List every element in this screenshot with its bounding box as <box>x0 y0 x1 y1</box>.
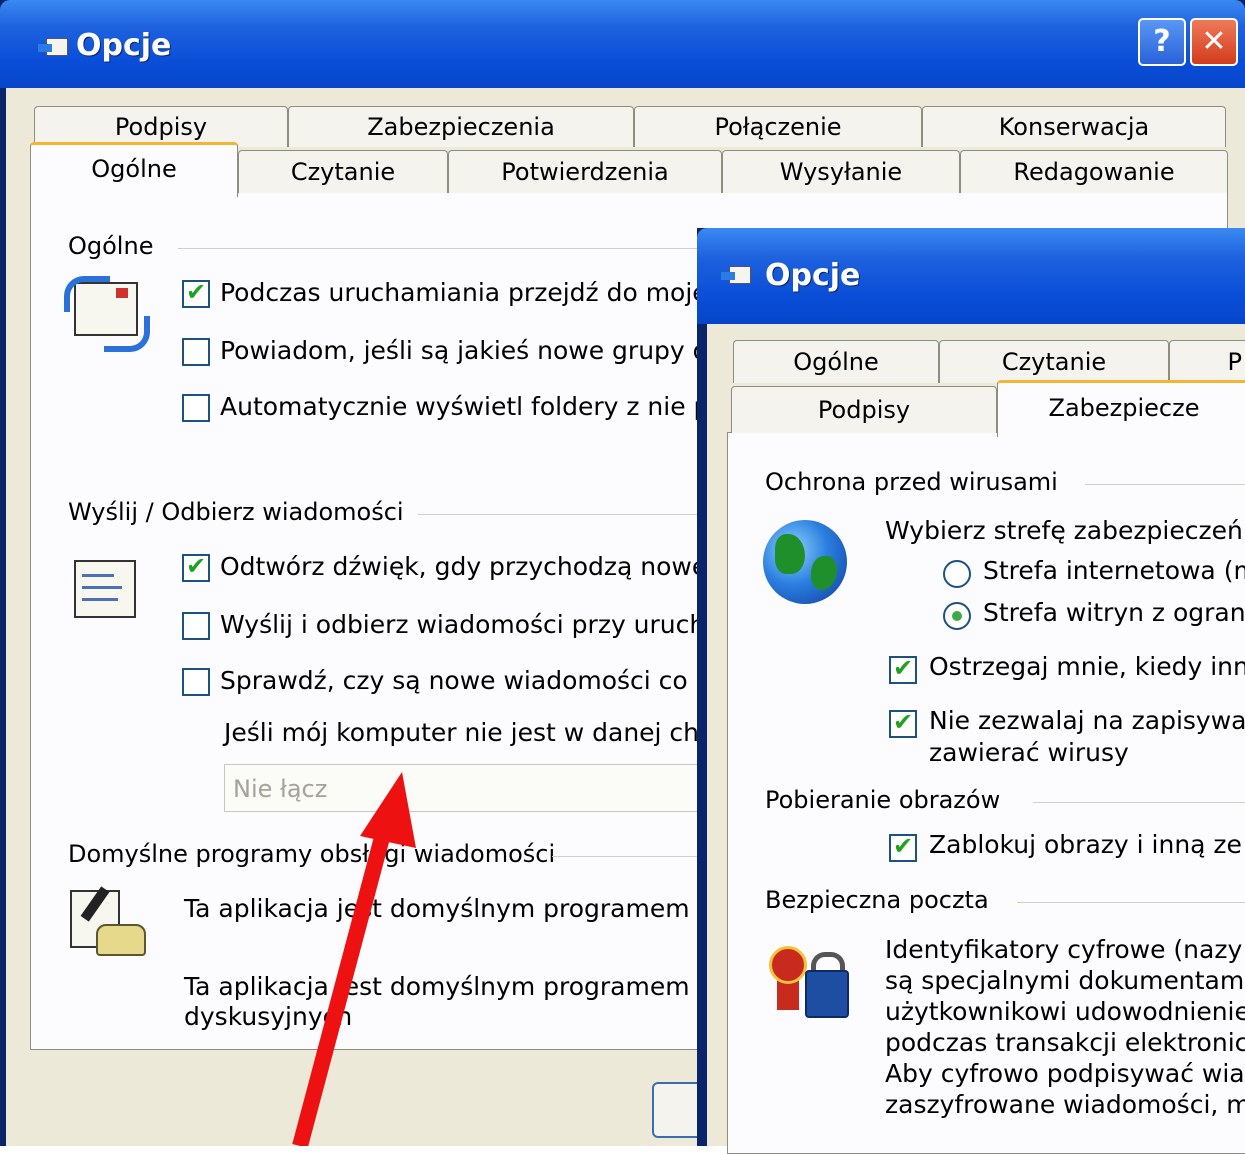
secure-mail-line-6: zaszyfrowane wiadomości, m <box>885 1090 1245 1119</box>
digital-id-icon <box>769 942 851 1022</box>
send-receive-startup-label: Wyślij i odbierz wiadomości przy urucham <box>220 610 745 639</box>
group-divider <box>1085 484 1245 485</box>
warn-send-checkbox[interactable] <box>889 654 917 684</box>
check-messages-checkbox[interactable] <box>182 668 210 696</box>
tab-potwierdzenia[interactable]: Potwierdzenia <box>448 150 722 193</box>
group-divider <box>552 856 698 857</box>
options-window-front: Opcje Ogólne Czytanie P Podpisy Zabezpie… <box>697 228 1245 1154</box>
tab-ogolne[interactable]: Ogólne <box>30 142 238 197</box>
internet-zone-radio[interactable] <box>943 560 971 588</box>
play-sound-checkbox[interactable] <box>182 552 210 582</box>
secure-mail-line-1: Identyfikatory cyfrowe (nazy <box>885 935 1243 964</box>
tab-zabezpieczenia[interactable]: Zabezpieczenia <box>288 106 634 147</box>
block-attachments-checkbox[interactable] <box>889 708 917 738</box>
group-divider <box>178 248 698 249</box>
group-label-general: Ogólne <box>68 232 154 260</box>
secure-mail-line-5: Aby cyfrowo podpisywać wia <box>885 1059 1245 1088</box>
block-images-label: Zablokuj obrazy i inną ze <box>929 830 1242 859</box>
window-title: Opcje <box>765 258 861 293</box>
tab-polaczenie[interactable]: Połączenie <box>634 106 922 147</box>
block-attachments-label: Nie zezwalaj na zapisywa <box>929 706 1245 735</box>
group-label-send-receive: Wyślij / Odbierz wiadomości <box>68 498 404 526</box>
globe-icon <box>763 520 847 604</box>
zone-prompt: Wybierz strefę zabezpieczeń <box>885 516 1243 545</box>
default-news-text-line2: dyskusyjnych <box>184 1002 353 1031</box>
group-divider <box>1033 802 1245 803</box>
default-mail-program-icon <box>68 886 148 958</box>
dialog-client-area: Ogólne Czytanie P Podpisy Zabezpiecze Oc… <box>707 324 1245 1154</box>
group-label-default-programs: Domyślne programy obsługi wiadomości <box>68 840 556 868</box>
secure-mail-line-3: użytkownikowi udowodnienie <box>885 997 1245 1026</box>
warn-send-label: Ostrzegaj mnie, kiedy inn <box>929 652 1245 681</box>
secure-mail-line-2: są specjalnymi dokumentami <box>885 966 1245 995</box>
block-images-checkbox[interactable] <box>889 832 917 862</box>
check-messages-label: Sprawdź, czy są nowe wiadomości co <box>220 666 688 695</box>
close-button[interactable]: ✕ <box>1190 18 1238 66</box>
tab-wysylanie[interactable]: Wysyłanie <box>722 150 960 193</box>
title-bar[interactable]: Opcje ? ✕ <box>0 0 1245 88</box>
mail-app-icon <box>721 262 751 288</box>
tab-partial[interactable]: P <box>1169 340 1245 382</box>
startup-inbox-label: Podczas uruchamiania przejdź do mojego <box>220 278 739 307</box>
group-label-images: Pobieranie obrazów <box>765 786 1001 814</box>
title-bar[interactable]: Opcje <box>697 228 1245 324</box>
auto-show-folders-checkbox[interactable] <box>182 394 210 422</box>
group-label-secure-mail: Bezpieczna poczta <box>765 886 989 914</box>
internet-zone-label: Strefa internetowa (m <box>983 556 1245 585</box>
play-sound-label: Odtwórz dźwięk, gdy przychodzą nowe w <box>220 552 736 581</box>
secure-mail-line-4: podczas transakcji elektronic <box>885 1028 1245 1057</box>
default-mail-text: Ta aplikacja jest domyślnym programem ob… <box>184 894 749 923</box>
help-button[interactable]: ? <box>1138 18 1186 66</box>
send-receive-icon <box>68 554 148 624</box>
default-news-text: Ta aplikacja jest domyślnym programem ob… <box>184 972 749 1001</box>
startup-inbox-checkbox[interactable] <box>182 278 210 308</box>
restricted-zone-label: Strefa witryn z ograni <box>983 598 1245 627</box>
tab-czytanie[interactable]: Czytanie <box>238 150 448 193</box>
notify-newsgroups-checkbox[interactable] <box>182 338 210 366</box>
tab-konserwacja[interactable]: Konserwacja <box>922 106 1226 147</box>
window-title: Opcje <box>76 28 172 63</box>
mail-app-icon <box>38 34 68 60</box>
group-divider <box>418 514 698 515</box>
tab-ogolne[interactable]: Ogólne <box>733 340 939 383</box>
notify-newsgroups-label: Powiadom, jeśli są jakieś nowe grupy dys <box>220 336 737 365</box>
send-receive-startup-checkbox[interactable] <box>182 612 210 640</box>
tab-podpisy[interactable]: Podpisy <box>34 106 288 147</box>
tab-czytanie[interactable]: Czytanie <box>939 340 1169 383</box>
mail-startup-icon <box>64 276 150 352</box>
restricted-zone-radio[interactable] <box>943 602 971 630</box>
group-divider <box>1017 902 1245 903</box>
tab-zabezpieczenia[interactable]: Zabezpiecze <box>997 380 1245 437</box>
group-label-virus: Ochrona przed wirusami <box>765 468 1058 496</box>
tab-podpisy[interactable]: Podpisy <box>731 386 997 433</box>
offline-text: Jeśli mój komputer nie jest w danej chwi… <box>224 718 741 747</box>
connect-dropdown[interactable]: Nie łącz <box>224 764 700 812</box>
tab-redagowanie[interactable]: Redagowanie <box>960 150 1228 193</box>
block-attachments-label-line2: zawierać wirusy <box>929 738 1129 767</box>
auto-show-folders-label: Automatycznie wyświetl foldery z nie prz… <box>220 392 749 421</box>
